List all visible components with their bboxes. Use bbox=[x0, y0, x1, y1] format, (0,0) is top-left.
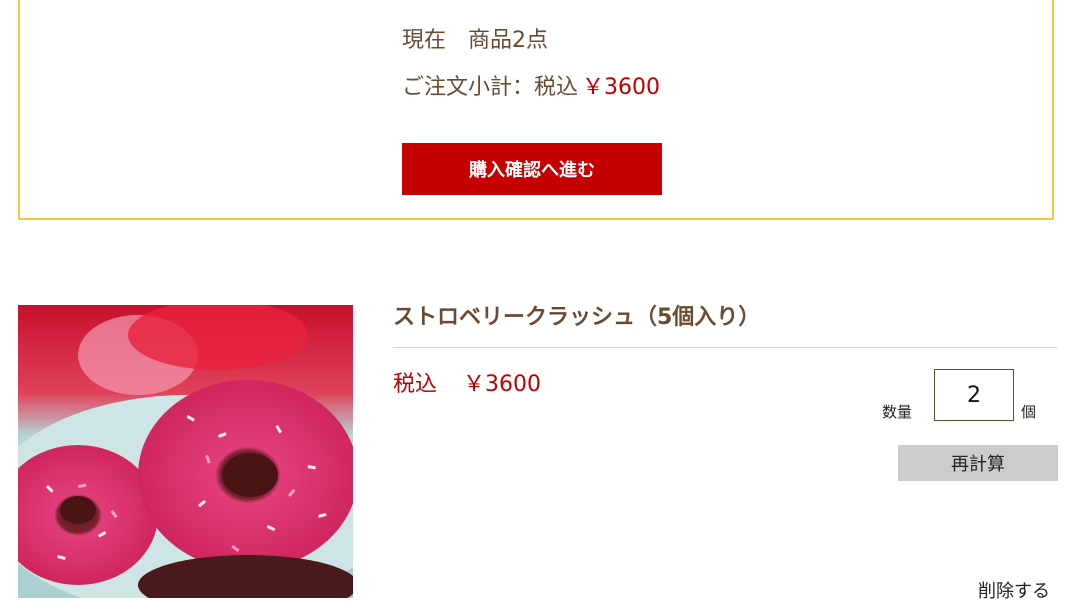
item-count-line: 現在 商品2点 bbox=[402, 22, 548, 54]
cart-summary-box: 現在 商品2点 ご注文小計：税込 ￥3600 購入確認へ進む bbox=[18, 0, 1054, 220]
quantity-input[interactable] bbox=[934, 369, 1014, 421]
quantity-label: 数量 bbox=[882, 403, 913, 421]
subtotal-label: ご注文小計：税込 bbox=[402, 75, 579, 100]
current-label: 現在 bbox=[402, 28, 447, 53]
product-price-line: 税込 ￥3600 bbox=[393, 366, 541, 398]
product-name: ストロベリークラッシュ（5個入り） bbox=[393, 305, 761, 330]
product-divider bbox=[393, 347, 1058, 348]
product-image-donuts bbox=[18, 305, 353, 598]
item-count: 商品2点 bbox=[468, 28, 549, 53]
quantity-unit: 個 bbox=[1021, 403, 1037, 421]
delete-item-link[interactable]: 削除する bbox=[978, 577, 1050, 603]
tax-label: 税込 bbox=[393, 372, 438, 397]
subtotal-line: ご注文小計：税込 ￥3600 bbox=[402, 69, 660, 101]
subtotal-price: ￥3600 bbox=[582, 75, 661, 100]
recalculate-button[interactable]: 再計算 bbox=[898, 445, 1058, 481]
proceed-to-checkout-button[interactable]: 購入確認へ進む bbox=[402, 143, 662, 195]
product-price: ￥3600 bbox=[463, 372, 542, 397]
